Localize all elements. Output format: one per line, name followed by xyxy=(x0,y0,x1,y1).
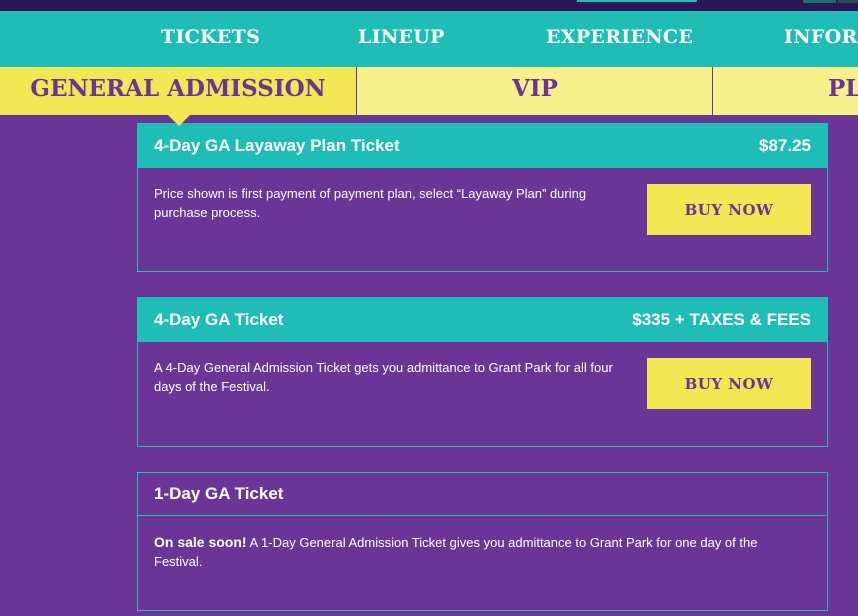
buy-now-button[interactable]: BUY NOW xyxy=(647,184,811,235)
active-tab-pointer xyxy=(168,115,190,126)
ticket-title: 1-Day GA Ticket xyxy=(154,484,284,503)
ticket-header: 4-Day GA Layaway Plan Ticket $87.25 xyxy=(138,124,827,168)
tab-platinum[interactable]: PLA xyxy=(712,67,858,115)
ticket-header: 4-Day GA Ticket $335 + TAXES & FEES xyxy=(138,298,827,342)
ticket-price: $335 + TAXES & FEES xyxy=(632,310,811,329)
top-strip-accent xyxy=(577,0,697,2)
ticket-card-layaway: 4-Day GA Layaway Plan Ticket $87.25 Pric… xyxy=(137,123,828,272)
top-strip-accent xyxy=(803,0,836,3)
nav-item-information[interactable]: INFORM xyxy=(784,11,858,67)
ticket-header: 1-Day GA Ticket xyxy=(138,473,827,516)
ticket-description: A 4-Day General Admission Ticket gets yo… xyxy=(154,360,613,394)
ticket-description: On sale soon! A 1-Day General Admission … xyxy=(154,533,804,571)
top-strip-accent xyxy=(838,0,858,3)
on-sale-status: On sale soon! xyxy=(154,534,247,550)
top-strip xyxy=(0,0,858,11)
ticket-description: Price shown is first payment of payment … xyxy=(154,186,587,220)
tab-vip[interactable]: VIP xyxy=(356,67,713,115)
ticket-title: 4-Day GA Layaway Plan Ticket xyxy=(154,136,400,155)
tab-general-admission[interactable]: GENERAL ADMISSION xyxy=(0,67,356,115)
nav-item-lineup[interactable]: LINEUP xyxy=(358,11,445,67)
buy-now-button[interactable]: BUY NOW xyxy=(647,358,811,409)
main-nav: TICKETS LINEUP EXPERIENCE INFORM xyxy=(0,11,858,67)
nav-item-tickets[interactable]: TICKETS xyxy=(161,11,260,67)
ticket-card-1-day: 1-Day GA Ticket On sale soon! A 1-Day Ge… xyxy=(137,472,828,611)
nav-item-experience[interactable]: EXPERIENCE xyxy=(546,11,693,67)
ticket-price: $87.25 xyxy=(759,136,811,155)
ticket-title: 4-Day GA Ticket xyxy=(154,310,284,329)
ticket-card-4-day: 4-Day GA Ticket $335 + TAXES & FEES A 4-… xyxy=(137,297,828,447)
ticket-type-tabs: GENERAL ADMISSION VIP PLA xyxy=(0,67,858,115)
